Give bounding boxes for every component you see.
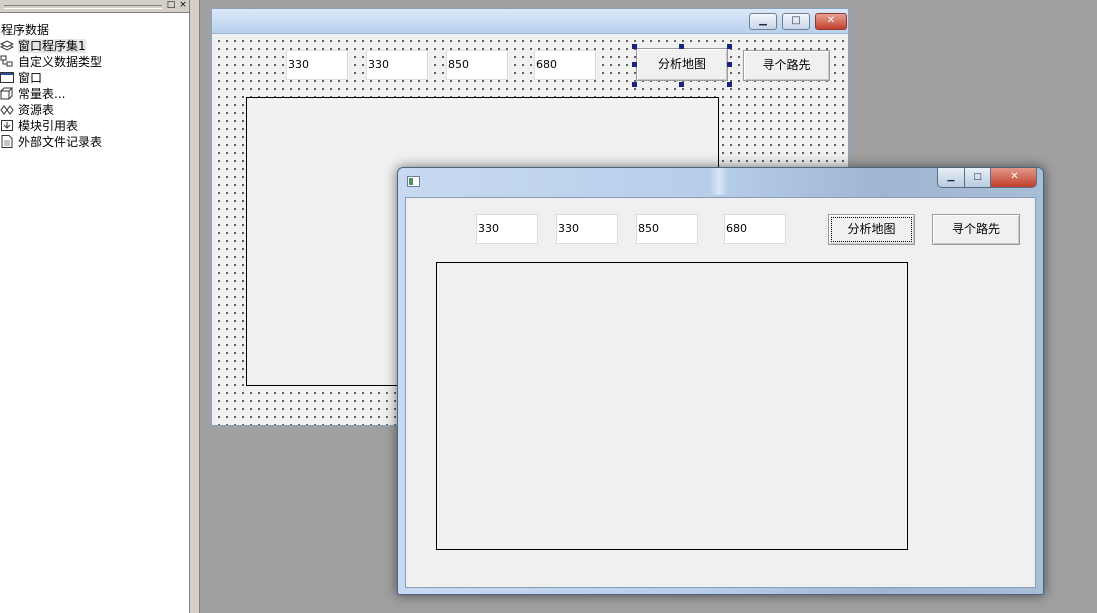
panel-restore-button[interactable]: □ bbox=[166, 1, 176, 10]
tree-item-custom-data-type[interactable]: 自定义数据类型 bbox=[0, 54, 102, 70]
run-maximize-button[interactable]: □ bbox=[965, 168, 991, 187]
design-form-title-bar[interactable]: ▁ □ ✕ bbox=[212, 9, 848, 34]
run-analyze-map-button[interactable]: 分析地图 bbox=[828, 214, 915, 245]
selection-handle[interactable] bbox=[632, 62, 637, 67]
tree-item-window-assembly[interactable]: 窗口程序集1 bbox=[0, 38, 86, 54]
selection-handle[interactable] bbox=[727, 82, 732, 87]
run-find-path-button[interactable]: 寻个路先 bbox=[932, 214, 1020, 245]
constant-table-icon bbox=[0, 87, 14, 100]
run-field-4[interactable]: 680 bbox=[724, 214, 786, 244]
run-field-1[interactable]: 330 bbox=[476, 214, 538, 244]
tree-item-resource-table[interactable]: 资源表 bbox=[0, 102, 54, 118]
caption-button-group: ▁ □ ✕ bbox=[937, 168, 1037, 188]
design-analyze-map-button[interactable]: 分析地图 bbox=[636, 48, 728, 81]
panel-grip[interactable] bbox=[4, 5, 162, 9]
tree-item-label: 常量表... bbox=[18, 87, 66, 101]
window-icon bbox=[0, 71, 14, 84]
running-form-window[interactable]: ▁ □ ✕ 330 330 850 680 分析地图 寻个路先 bbox=[397, 167, 1044, 595]
app-icon[interactable] bbox=[407, 176, 420, 187]
design-field-2[interactable]: 330 bbox=[366, 50, 428, 80]
tree-item-constant-table[interactable]: 常量表... bbox=[0, 86, 65, 102]
resource-table-icon bbox=[0, 103, 14, 116]
tree-item-label: 模块引用表 bbox=[18, 119, 79, 133]
selection-handle[interactable] bbox=[679, 82, 684, 87]
tree-root-program-data[interactable]: 程序数据 bbox=[1, 22, 49, 38]
run-map-area[interactable] bbox=[436, 262, 908, 550]
data-type-icon bbox=[0, 55, 14, 68]
run-field-2[interactable]: 330 bbox=[556, 214, 618, 244]
design-find-path-button[interactable]: 寻个路先 bbox=[743, 50, 830, 81]
run-minimize-button[interactable]: ▁ bbox=[938, 168, 965, 187]
external-file-icon bbox=[0, 135, 14, 148]
panel-header: □ × bbox=[0, 0, 189, 13]
tree-item-label: 资源表 bbox=[18, 103, 55, 117]
design-field-3[interactable]: 850 bbox=[446, 50, 508, 80]
selection-handle[interactable] bbox=[727, 44, 732, 49]
tree-item-label: 自定义数据类型 bbox=[18, 55, 103, 69]
run-field-3[interactable]: 850 bbox=[636, 214, 698, 244]
design-maximize-button[interactable]: □ bbox=[782, 13, 810, 30]
tree-item-label: 窗口 bbox=[18, 71, 43, 85]
assembly-icon bbox=[0, 39, 15, 52]
selection-handle[interactable] bbox=[632, 82, 637, 87]
module-reference-icon bbox=[0, 119, 14, 132]
design-field-4[interactable]: 680 bbox=[534, 50, 596, 80]
tree-item-module-reference[interactable]: 模块引用表 bbox=[0, 118, 78, 134]
tree-item-external-file[interactable]: 外部文件记录表 bbox=[0, 134, 102, 150]
selection-handle[interactable] bbox=[679, 44, 684, 49]
running-form-client: 330 330 850 680 分析地图 寻个路先 bbox=[405, 197, 1036, 588]
program-data-panel: □ × 程序数据 窗口程序集1 自定义数据类型 窗口 常量表... 资源表 模块… bbox=[0, 0, 190, 613]
selection-handle[interactable] bbox=[632, 44, 637, 49]
tree-item-label: 外部文件记录表 bbox=[18, 135, 103, 149]
design-minimize-button[interactable]: ▁ bbox=[749, 13, 777, 30]
tree-item-label: 窗口程序集1 bbox=[18, 39, 86, 53]
tree-item-window[interactable]: 窗口 bbox=[0, 70, 42, 86]
run-close-button[interactable]: ✕ bbox=[991, 168, 1036, 187]
selection-handle[interactable] bbox=[727, 62, 732, 67]
title-bar-glare bbox=[710, 168, 728, 195]
design-close-button[interactable]: ✕ bbox=[815, 13, 847, 30]
panel-splitter[interactable] bbox=[190, 0, 200, 613]
design-field-1[interactable]: 330 bbox=[286, 50, 348, 80]
panel-close-button[interactable]: × bbox=[178, 1, 188, 10]
